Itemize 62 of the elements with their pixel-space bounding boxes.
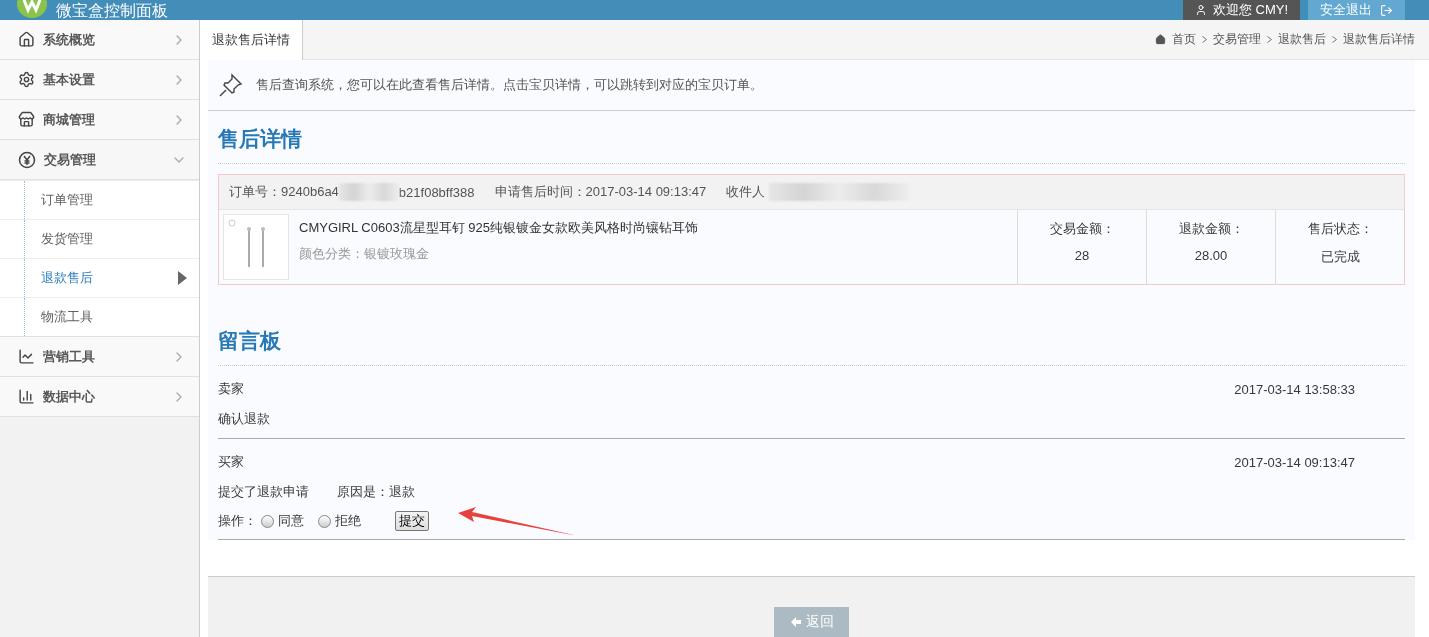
- product-variant: 颜色分类：银镀玫瑰金: [299, 245, 430, 263]
- home-icon: [18, 31, 35, 48]
- apply-time: 申请售后时间：2017-03-14 09:13:47: [494, 183, 707, 201]
- message-text: 确认退款: [218, 410, 270, 428]
- breadcrumb-separator-icon: [1267, 36, 1272, 43]
- app-title: 微宝盒控制面板: [56, 2, 169, 20]
- message-text: 提交了退款申请: [218, 483, 309, 501]
- sidebar-item[interactable]: 数据中心: [0, 377, 199, 417]
- stat-label: 退款金额：: [1178, 220, 1244, 238]
- submenu-item[interactable]: 订单管理: [0, 180, 199, 219]
- sidebar-item[interactable]: 交易管理: [0, 140, 199, 180]
- section-heading: 售后详情: [218, 111, 1405, 164]
- message-author: 卖家: [218, 380, 244, 398]
- message-text: 原因是：退款: [337, 483, 415, 501]
- message-time: 2017-03-14 13:58:33: [1234, 381, 1355, 397]
- message-author: 买家: [218, 453, 244, 471]
- settings-icon: [18, 71, 35, 88]
- welcome-label: 欢迎您 CMY!: [1182, 0, 1300, 20]
- pushpin-icon: [218, 72, 244, 98]
- stat-label: 交易金额：: [1049, 220, 1115, 238]
- product-name[interactable]: CMYGIRL C0603流星型耳钉 925纯银镀金女款欧美风格时尚镶钻耳饰: [299, 219, 698, 237]
- stat-label: 售后状态：: [1307, 220, 1373, 238]
- tab[interactable]: 退款售后详情: [200, 20, 303, 60]
- radio-button[interactable]: [261, 514, 274, 528]
- submenu-item[interactable]: 物流工具: [0, 297, 199, 336]
- radio-button[interactable]: [318, 514, 331, 528]
- user-icon: [1194, 4, 1207, 16]
- redacted-blur: [338, 183, 399, 201]
- arrow-left-icon: [789, 616, 802, 628]
- action-label: 操作：: [218, 512, 257, 530]
- triangle-icon: [178, 271, 187, 285]
- recipient-label: 收件人: [726, 183, 766, 201]
- submit-button[interactable]: 提交: [395, 511, 429, 531]
- submenu-item[interactable]: 退款售后: [0, 258, 199, 297]
- sidebar-item[interactable]: 基本设置: [0, 60, 199, 100]
- stat-value: 28: [1074, 248, 1090, 263]
- order-number: 订单号：9240b6a4: [229, 183, 339, 201]
- breadcrumb-separator-icon: [1332, 36, 1337, 43]
- stat-value: 28.00: [1194, 248, 1228, 263]
- breadcrumb-link[interactable]: 退款售后: [1278, 31, 1326, 48]
- home-icon: [1155, 34, 1166, 45]
- stat-value: 已完成: [1320, 248, 1360, 266]
- submenu-item[interactable]: 发货管理: [0, 219, 199, 258]
- sidebar-item[interactable]: 商城管理: [0, 100, 199, 140]
- line-chart-icon: [18, 348, 35, 365]
- sidebar-item[interactable]: 营销工具: [0, 337, 199, 377]
- breadcrumb-link[interactable]: 首页: [1172, 31, 1196, 48]
- breadcrumb-separator-icon: [1202, 36, 1207, 43]
- sidebar-item[interactable]: 系统概览: [0, 20, 199, 60]
- breadcrumb-link[interactable]: 交易管理: [1213, 31, 1261, 48]
- notice-text: 售后查询系统，您可以在此查看售后详情。点击宝贝详情，可以跳转到对应的宝贝订单。: [256, 76, 763, 94]
- bar-chart-icon: [18, 388, 35, 405]
- store-icon: [18, 111, 35, 128]
- logo-icon: [16, 0, 48, 20]
- logout-icon: [1380, 3, 1393, 17]
- yen-icon: [18, 150, 36, 169]
- breadcrumb-link[interactable]: 退款售后详情: [1343, 31, 1415, 48]
- radio-label[interactable]: 同意: [278, 512, 304, 530]
- section-heading: 留言板: [218, 313, 1405, 366]
- radio-label[interactable]: 拒绝: [335, 512, 361, 530]
- message-time: 2017-03-14 09:13:47: [1234, 454, 1355, 470]
- order-number-end: b21f08bff388: [398, 184, 475, 200]
